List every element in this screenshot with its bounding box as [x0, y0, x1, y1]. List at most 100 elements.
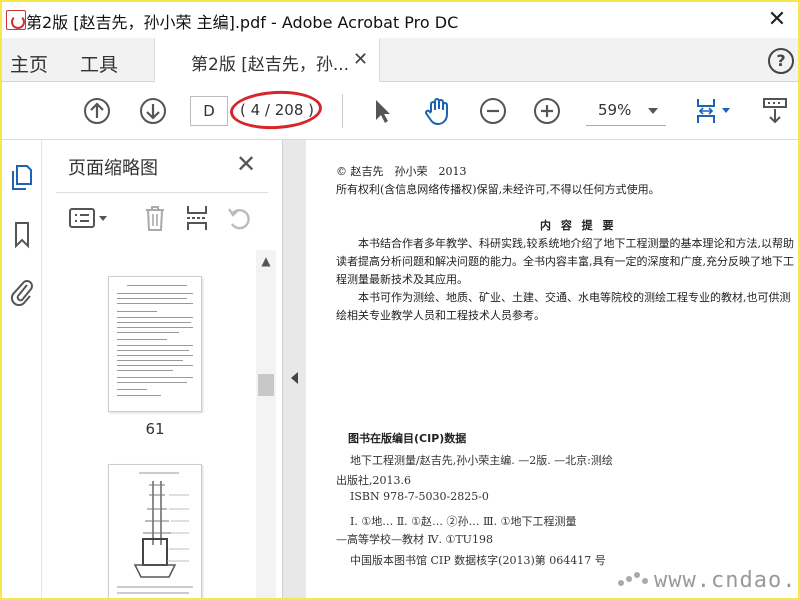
fit-page-button[interactable]: [690, 82, 736, 140]
collapse-left-icon: [291, 372, 298, 384]
options-menu-icon: [69, 208, 107, 228]
window-close-button[interactable]: ✕: [762, 6, 792, 34]
rights-statement: 所有权利(含信息网络传播权)保留,未经许可,不得以任何方式使用。: [336, 183, 660, 196]
document-tab-close-button[interactable]: ✕: [353, 49, 368, 70]
thumbnail-text-line: [117, 311, 157, 312]
cip-line: 出版社,2013.6: [336, 474, 411, 487]
page-thumbnail[interactable]: [108, 276, 202, 412]
page-thumbnail[interactable]: [108, 464, 202, 598]
document-page: © 赵吉先 孙小荣 2013 所有权利(含信息网络传播权)保留,未经许可,不得以…: [306, 140, 798, 598]
cip-line: Ⅰ. ①地… Ⅱ. ①赵… ②孙… Ⅲ. ①地下工程测量: [350, 515, 577, 528]
technical-drawing-figure: [117, 472, 193, 594]
document-tab-label: 第2版 [赵吉先，孙...: [191, 55, 350, 75]
plus-circle-icon: [534, 98, 560, 124]
next-page-button[interactable]: [136, 82, 170, 140]
minus-circle-icon: [480, 98, 506, 124]
title-bar: 第2版 [赵吉先，孙小荣 主编].pdf - Adobe Acrobat Pro…: [2, 2, 798, 38]
thumbnail-text-line: [117, 298, 187, 299]
thumbnail-text-line: [117, 293, 193, 294]
arrow-down-circle-icon: [140, 98, 166, 124]
cip-line: —高等学校—教材 Ⅳ. ①TU198: [336, 533, 493, 546]
hand-icon: [425, 98, 448, 126]
watermark-logo: [618, 572, 648, 588]
acrobat-logo-icon: [6, 10, 26, 30]
thumbnail-text-line: [117, 339, 167, 340]
thumbnail-text-line: [127, 285, 187, 286]
scroll-mode-icon: [763, 98, 787, 124]
thumbnail-text-line: [117, 345, 193, 346]
thumbnail-text-line: [117, 365, 193, 366]
toolbar-divider: [342, 94, 343, 128]
thumbnail-text-line: [117, 317, 193, 318]
page-number-input[interactable]: D: [190, 96, 228, 126]
thumbnail-text-line: [117, 382, 187, 383]
thumbnail-text-line: [117, 322, 191, 323]
fit-page-icon: [697, 99, 730, 123]
thumbnail-text-line: [117, 327, 193, 328]
help-icon[interactable]: ?: [768, 48, 794, 74]
panel-title: 页面缩略图: [68, 158, 158, 179]
page-thumbnails-panel: 页面缩略图 ✕ 61 ▲: [42, 140, 282, 598]
panel-collapse-splitter[interactable]: [282, 140, 306, 598]
cip-heading: 图书在版编目(CIP)数据: [348, 432, 467, 445]
attachments-button[interactable]: [8, 276, 36, 306]
thumbnail-text-line: [117, 355, 193, 356]
copyright-line: © 赵吉先 孙小荣 2013: [336, 165, 467, 178]
chevron-down-icon: [648, 108, 658, 114]
navigation-rail: [2, 140, 42, 598]
hand-tool-button[interactable]: [420, 82, 454, 140]
thumbnail-options-button[interactable]: [66, 200, 112, 236]
main-toolbar: D ( 4 / 208 ) 59%: [2, 82, 798, 140]
insert-page-icon: [187, 206, 207, 230]
select-tool-button[interactable]: [366, 82, 398, 140]
thumbnail-text-line: [117, 377, 193, 378]
acrobat-window: 第2版 [赵吉先，孙小荣 主编].pdf - Adobe Acrobat Pro…: [2, 2, 798, 598]
chevron-up-icon[interactable]: ▲: [256, 254, 276, 270]
cip-line: ISBN 978-7-5030-2825-0: [350, 490, 489, 503]
cip-line: 地下工程测量/赵吉先,孙小荣主编. —2版. —北京:测绘: [350, 454, 613, 467]
window-title: 第2版 [赵吉先，孙小荣 主编].pdf - Adobe Acrobat Pro…: [26, 13, 459, 32]
thumbnail-text-line: [117, 370, 173, 371]
bookmarks-button[interactable]: [8, 220, 36, 250]
scroll-mode-button[interactable]: [758, 82, 792, 140]
tab-home[interactable]: 主页: [10, 50, 48, 77]
insert-page-button[interactable]: [180, 200, 214, 236]
zoom-level-dropdown[interactable]: 59%: [586, 96, 666, 126]
tab-bar: 主页 工具 第2版 [赵吉先，孙... ✕ ?: [2, 38, 798, 82]
tab-document[interactable]: 第2版 [赵吉先，孙... ✕: [154, 38, 380, 82]
zoom-in-button[interactable]: [530, 82, 564, 140]
arrow-up-circle-icon: [84, 98, 110, 124]
thumbnail-text-line: [117, 360, 183, 361]
panel-close-button[interactable]: ✕: [236, 150, 256, 178]
paperclip-icon: [10, 280, 33, 306]
summary-heading: 内 容 提 要: [540, 219, 617, 232]
trash-icon: [146, 206, 164, 231]
summary-paragraph: 本书可作为测绘、地质、矿业、土建、交通、水电等院校的测绘工程专业的教材,也可供测…: [336, 291, 791, 322]
thumbnail-toolbar: [42, 198, 282, 238]
watermark-text: www.cndao.com: [654, 568, 798, 593]
zoom-level-value: 59%: [598, 101, 632, 119]
scrollbar-thumb[interactable]: [258, 374, 274, 396]
thumbnail-text-line: [117, 389, 147, 390]
thumbnail-scrollbar[interactable]: ▲: [256, 250, 276, 598]
page-thumbnails-button[interactable]: [8, 162, 36, 192]
summary-paragraph: 本书结合作者多年教学、科研实践,较系统地介绍了地下工程测量的基本理论和方法,以帮…: [336, 237, 794, 286]
rotate-page-button[interactable]: [222, 200, 256, 236]
rotate-icon: [228, 208, 250, 230]
page-count-highlight-ellipse: [229, 88, 323, 132]
tab-tools[interactable]: 工具: [80, 50, 118, 77]
delete-page-button[interactable]: [138, 200, 172, 236]
bookmark-icon: [15, 222, 29, 249]
thumbnail-list: 61: [42, 250, 256, 598]
cip-line: 中国版本图书馆 CIP 数据核字(2013)第 064417 号: [350, 554, 606, 567]
thumbnail-text-line: [117, 350, 189, 351]
thumbnail-text-line: [117, 395, 161, 396]
thumbnail-text-line: [117, 332, 179, 333]
panel-divider: [56, 192, 268, 193]
thumbnail-page-number: 61: [145, 420, 165, 438]
thumbnail-text-line: [117, 303, 193, 304]
page-thumbnails-icon: [12, 165, 32, 190]
cursor-arrow-icon: [376, 100, 390, 123]
previous-page-button[interactable]: [80, 82, 114, 140]
zoom-out-button[interactable]: [476, 82, 510, 140]
